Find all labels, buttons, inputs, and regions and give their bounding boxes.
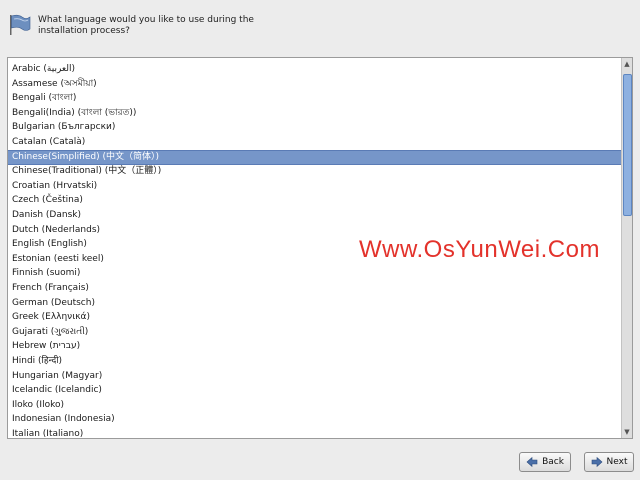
scroll-down-arrow-icon[interactable]: ▼ — [623, 427, 631, 437]
language-list-item[interactable]: Assamese (অসমীয়া) — [8, 77, 622, 91]
language-list-item[interactable]: Indonesian (Indonesia) — [8, 412, 622, 426]
language-list-item[interactable]: Arabic (العربية) — [8, 62, 622, 76]
language-list-item[interactable]: Hindi (हिन्दी) — [8, 354, 622, 368]
language-prompt: What language would you like to use duri… — [38, 15, 254, 36]
scrollbar-thumb[interactable] — [623, 74, 632, 216]
language-list-item[interactable]: Bengali(India) (বাংলা (ভারত)) — [8, 106, 622, 120]
language-list-item[interactable]: Catalan (Català) — [8, 135, 622, 149]
language-list-item[interactable]: Bengali (বাংলা) — [8, 91, 622, 105]
language-list-item[interactable]: Iloko (Iloko) — [8, 398, 622, 412]
watermark-text: Www.OsYunWei.Com — [359, 236, 600, 263]
next-button-label: Next — [606, 457, 628, 467]
language-list-item[interactable]: Hebrew (עברית) — [8, 339, 622, 353]
header: What language would you like to use duri… — [8, 12, 298, 37]
arrow-right-icon — [591, 456, 602, 468]
language-list-item[interactable]: Gujarati (ગુજરાતી) — [8, 325, 622, 339]
language-list-item[interactable]: Danish (Dansk) — [8, 208, 622, 222]
language-list-item[interactable]: Icelandic (Icelandic) — [8, 383, 622, 397]
language-list-item[interactable]: Dutch (Nederlands) — [8, 223, 622, 237]
scroll-up-arrow-icon[interactable]: ▲ — [623, 59, 631, 69]
next-button[interactable]: Next — [584, 452, 634, 472]
language-list-item[interactable]: Chinese(Traditional) (中文（正體）) — [8, 164, 622, 178]
language-list-item[interactable]: Bulgarian (Български) — [8, 120, 622, 134]
flag-icon — [10, 14, 31, 35]
language-list-item[interactable]: Chinese(Simplified) (中文（简体）) — [8, 149, 622, 165]
language-list-item[interactable]: Italian (Italiano) — [8, 427, 622, 438]
arrow-left-icon — [526, 456, 538, 468]
language-list-item[interactable]: Greek (Ελληνικά) — [8, 310, 622, 324]
language-list-item[interactable]: Croatian (Hrvatski) — [8, 179, 622, 193]
language-list-item[interactable]: French (Français) — [8, 281, 622, 295]
language-list-item[interactable]: Czech (Čeština) — [8, 193, 622, 207]
back-button-label: Back — [542, 457, 564, 467]
language-list-item[interactable]: Finnish (suomi) — [8, 266, 622, 280]
back-button[interactable]: Back — [519, 452, 571, 472]
language-list-item[interactable]: German (Deutsch) — [8, 296, 622, 310]
language-list-item[interactable]: Hungarian (Magyar) — [8, 369, 622, 383]
vertical-scrollbar[interactable]: ▲ ▼ — [621, 58, 632, 438]
